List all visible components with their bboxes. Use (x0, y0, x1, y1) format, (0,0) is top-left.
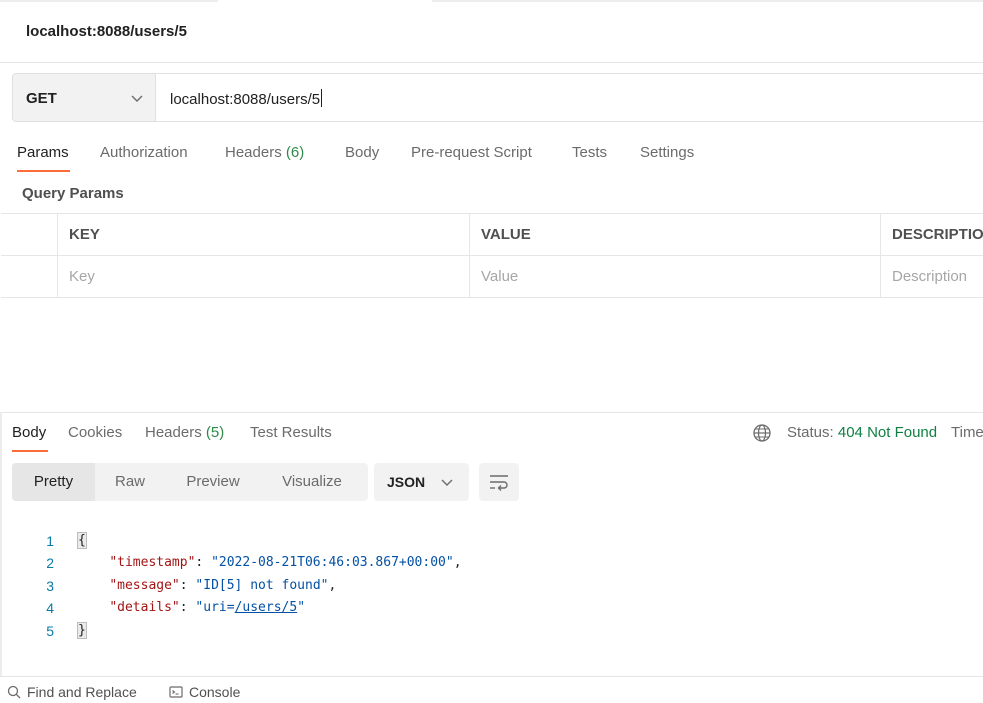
raw-button[interactable]: Raw (95, 463, 165, 501)
text-caret (321, 89, 323, 107)
response-tab-indicator (12, 450, 48, 452)
console-button[interactable]: Console (169, 684, 240, 700)
chevron-down-icon (131, 95, 143, 102)
pane-divider[interactable] (0, 412, 983, 413)
find-replace-button[interactable]: Find and Replace (7, 684, 137, 700)
chevron-down-icon (441, 479, 453, 486)
console-icon (169, 686, 183, 698)
format-label: JSON (387, 474, 426, 490)
wrap-lines-button[interactable] (479, 463, 519, 501)
query-params-table: KEY VALUE DESCRIPTION Key Value Descript… (1, 213, 983, 298)
globe-icon[interactable] (752, 423, 772, 443)
code-line: 3 "message": "ID[5] not found", (46, 578, 337, 594)
request-title[interactable]: localhost:8088/users/5 (26, 23, 187, 40)
format-select[interactable]: JSON (374, 463, 469, 501)
table-header-row: KEY VALUE DESCRIPTION (1, 214, 983, 256)
code-line: 5} (46, 622, 87, 639)
response-headers-count: (5) (205, 424, 225, 441)
response-tab-body[interactable]: Body (12, 424, 46, 441)
response-tab-headers[interactable]: Headers (5) (145, 424, 224, 441)
tab-pre-request-script[interactable]: Pre-request Script (411, 144, 532, 161)
value-input[interactable]: Value (469, 256, 880, 297)
table-row: Key Value Description (1, 256, 983, 298)
column-value-header: VALUE (469, 214, 880, 255)
status-label: Status: (787, 424, 834, 441)
code-line: 4 "details": "uri=/users/5" (46, 600, 306, 616)
preview-button[interactable]: Preview (169, 463, 257, 501)
description-input[interactable]: Description (880, 256, 983, 297)
status-value[interactable]: 404 Not Found (838, 424, 937, 441)
active-request-tab[interactable] (218, 0, 432, 2)
url-input[interactable]: localhost:8088/users/5 (156, 73, 983, 122)
method-select[interactable]: GET (12, 73, 156, 122)
headers-count: (6) (285, 144, 305, 161)
code-line: 2 "timestamp": "2022-08-21T06:46:03.867+… (46, 555, 462, 571)
tab-authorization[interactable]: Authorization (100, 144, 188, 161)
tab-params[interactable]: Params (17, 144, 69, 161)
row-select-cell (1, 214, 57, 255)
brace-close: } (77, 622, 87, 639)
tab-headers[interactable]: Headers (6) (225, 144, 304, 161)
column-key-header: KEY (57, 214, 469, 255)
search-icon (7, 685, 21, 699)
footer-divider (0, 676, 983, 677)
column-description-header: DESCRIPTION (880, 214, 983, 255)
method-label: GET (26, 90, 57, 107)
tab-strip (0, 0, 983, 2)
pretty-button[interactable]: Pretty (12, 463, 95, 501)
row-checkbox-cell[interactable] (1, 256, 57, 297)
response-time-label[interactable]: Time (951, 424, 983, 441)
tab-body[interactable]: Body (345, 144, 379, 161)
tab-tests[interactable]: Tests (572, 144, 607, 161)
response-status: Status: 404 Not Found (787, 424, 937, 441)
key-input[interactable]: Key (57, 256, 469, 297)
code-line: 1{ (46, 532, 87, 549)
visualize-button[interactable]: Visualize (262, 463, 362, 501)
wrap-lines-icon (490, 475, 508, 491)
response-tab-test-results[interactable]: Test Results (250, 424, 332, 441)
url-text: localhost:8088/users/5 (170, 91, 321, 108)
divider (0, 62, 983, 63)
response-tab-cookies[interactable]: Cookies (68, 424, 122, 441)
view-mode-switch: Pretty Raw Preview Visualize (12, 463, 368, 501)
tab-settings[interactable]: Settings (640, 144, 694, 161)
active-tab-indicator (17, 170, 70, 172)
query-params-title: Query Params (22, 185, 124, 202)
